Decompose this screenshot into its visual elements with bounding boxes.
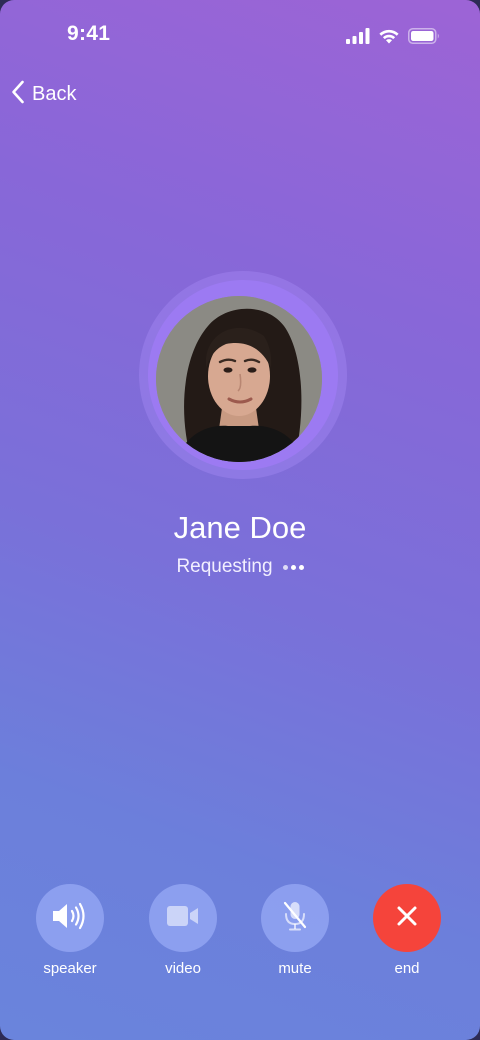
speaker-label: speaker [43, 960, 97, 977]
status-bar: 9:41 [0, 0, 480, 72]
call-controls: speaker video mute end [0, 884, 480, 984]
mute-button-circle[interactable] [261, 884, 329, 952]
mute-label: mute [278, 960, 312, 977]
video-label: video [165, 960, 201, 977]
speaker-button[interactable]: speaker [25, 884, 115, 977]
back-button[interactable]: Back [10, 78, 76, 110]
end-call-button-circle[interactable] [373, 884, 441, 952]
caller-name: Jane Doe [173, 510, 307, 545]
typing-dots-icon [282, 564, 304, 570]
video-camera-icon [166, 904, 200, 933]
speaker-icon [50, 900, 90, 937]
speaker-button-circle[interactable] [36, 884, 104, 952]
back-label: Back [32, 82, 77, 105]
chevron-left-icon [10, 79, 26, 110]
cellular-signal-icon [346, 28, 370, 44]
wifi-icon [378, 28, 400, 44]
status-icons [346, 26, 440, 46]
close-icon [395, 904, 419, 933]
battery-icon [408, 28, 440, 44]
video-button-circle[interactable] [149, 884, 217, 952]
video-button[interactable]: video [138, 884, 228, 977]
call-status-text: Requesting [176, 556, 273, 577]
end-label: end [394, 960, 420, 977]
mute-button[interactable]: mute [250, 884, 340, 977]
call-screen: 9:41 Back Jane Doe Requesting speaker vi… [0, 0, 480, 1040]
end-call-button[interactable]: end [362, 884, 452, 977]
avatar [156, 296, 322, 462]
call-status: Requesting [0, 556, 480, 578]
status-time: 9:41 [67, 22, 111, 45]
microphone-off-icon [281, 900, 309, 937]
